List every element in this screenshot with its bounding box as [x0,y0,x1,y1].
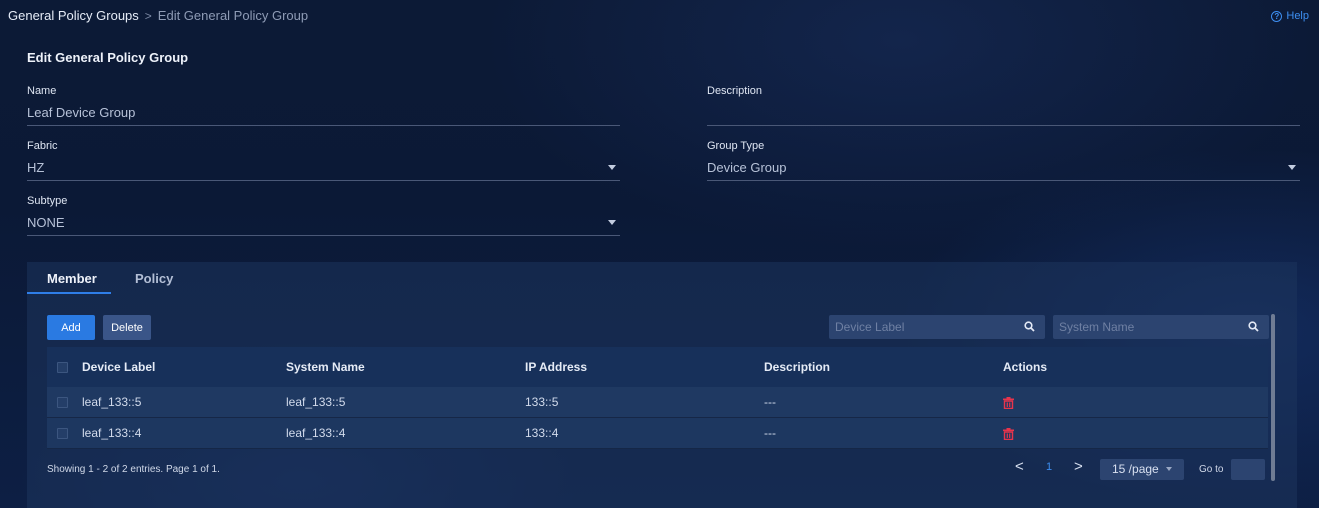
column-header-system-name[interactable]: System Name [286,360,525,374]
cell-description: --- [764,426,776,440]
system-name-search-input[interactable] [1059,319,1229,335]
description-label: Description [707,85,763,97]
table-header: Device Label System Name IP Address Desc… [47,347,1268,387]
group-type-field: Group Type Device Group [707,140,1300,181]
active-tab-indicator [27,292,111,294]
cell-device-label: leaf_133::4 [82,426,142,440]
description-input[interactable] [707,104,1300,126]
add-button[interactable]: Add [47,315,95,340]
name-input[interactable]: Leaf Device Group [27,104,620,126]
breadcrumb-general-policy-groups[interactable]: General Policy Groups [8,8,139,23]
caret-down-icon [1288,165,1296,170]
column-header-description[interactable]: Description [764,360,1003,374]
search-icon[interactable] [1024,321,1035,332]
search-icon[interactable] [1248,321,1259,332]
subtype-label: Subtype [27,195,68,207]
next-page-button[interactable]: > [1074,458,1083,480]
table-row: leaf_133::4 leaf_133::4 133::4 --- [47,418,1268,449]
tab-bar: Member Policy [27,262,1297,294]
cell-device-label: leaf_133::5 [82,395,142,409]
page-size-select[interactable]: 15 /page [1100,459,1184,480]
column-header-actions: Actions [1003,360,1048,374]
cell-ip-address: 133::5 [525,395,559,409]
name-field: Name Leaf Device Group [27,85,620,126]
group-type-select[interactable]: Device Group [707,159,1300,181]
caret-down-icon [608,165,616,170]
name-label: Name [27,85,57,97]
row-checkbox[interactable] [57,427,68,439]
select-all-checkbox[interactable] [57,361,68,373]
table-row: leaf_133::5 leaf_133::5 133::5 --- [47,387,1268,418]
fabric-value: HZ [27,160,45,175]
member-panel: Member Policy Add Delete Device Label Sy… [27,262,1297,508]
vertical-scrollbar[interactable] [1271,314,1275,481]
cell-system-name: leaf_133::4 [286,426,346,440]
help-link[interactable]: ? Help [1271,10,1309,22]
goto-label: Go to [1199,464,1224,475]
tab-policy[interactable]: Policy [135,271,173,286]
page-title: Edit General Policy Group [27,50,189,65]
device-label-search [829,315,1045,339]
subtype-field: Subtype NONE [27,195,620,236]
group-type-label: Group Type [707,140,765,152]
fabric-label: Fabric [27,140,58,152]
row-checkbox[interactable] [57,396,68,408]
pagination-summary: Showing 1 - 2 of 2 entries. Page 1 of 1. [47,464,220,475]
column-header-device-label[interactable]: Device Label [82,360,286,374]
cell-ip-address: 133::4 [525,426,559,440]
caret-down-icon [608,220,616,225]
fabric-field: Fabric HZ [27,140,620,181]
description-field: Description [707,85,1300,126]
cell-actions [1003,393,1203,412]
goto-page-input[interactable] [1231,459,1265,480]
system-name-search [1053,315,1269,339]
trash-icon[interactable] [1003,427,1014,440]
cell-system-name: leaf_133::5 [286,395,346,409]
cell-actions [1003,424,1203,443]
page-size-value: 15 /page [1112,462,1159,476]
subtype-value: NONE [27,215,65,230]
trash-icon[interactable] [1003,396,1014,409]
cell-description: --- [764,395,776,409]
caret-down-icon [1166,467,1172,471]
breadcrumb: General Policy Groups > Edit General Pol… [8,8,308,23]
prev-page-button[interactable]: < [1015,458,1024,480]
device-label-search-input[interactable] [835,319,1005,335]
breadcrumb-current: Edit General Policy Group [157,8,309,23]
tab-member[interactable]: Member [47,271,97,286]
question-circle-icon: ? [1271,10,1283,22]
help-label: Help [1286,10,1309,22]
page-number-1[interactable]: 1 [1046,461,1052,483]
member-table: Device Label System Name IP Address Desc… [47,347,1268,449]
subtype-select[interactable]: NONE [27,214,620,236]
group-type-value: Device Group [707,160,787,175]
delete-button[interactable]: Delete [103,315,151,340]
column-header-ip-address[interactable]: IP Address [525,360,764,374]
fabric-select[interactable]: HZ [27,159,620,181]
breadcrumb-separator: > [144,8,152,23]
